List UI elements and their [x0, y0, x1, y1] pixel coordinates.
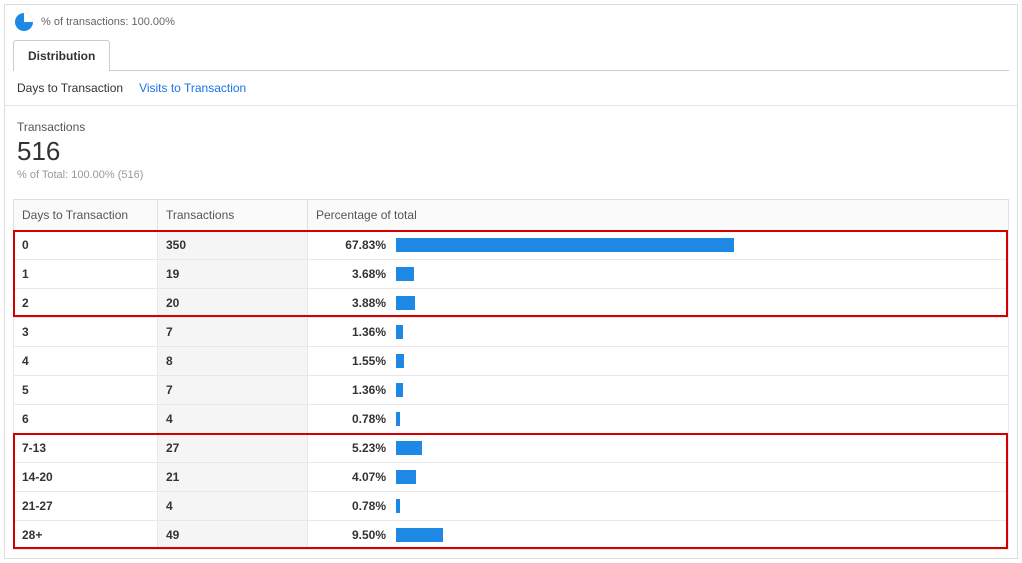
cell-days: 14-20 — [14, 463, 158, 492]
bar-fill — [396, 238, 734, 252]
bar-fill — [396, 412, 400, 426]
cell-days: 3 — [14, 318, 158, 347]
bar-fill — [396, 354, 404, 368]
cell-days: 0 — [14, 231, 158, 260]
table-row: 2203.88% — [14, 289, 1009, 318]
table-row: 7-13275.23% — [14, 434, 1009, 463]
cell-percentage: 1.55% — [308, 347, 1009, 376]
cell-days: 28+ — [14, 521, 158, 550]
cell-percentage: 1.36% — [308, 376, 1009, 405]
pct-value: 0.78% — [308, 412, 396, 426]
subtab-days[interactable]: Days to Transaction — [17, 81, 123, 95]
cell-transactions: 27 — [158, 434, 308, 463]
subtab-visits[interactable]: Visits to Transaction — [139, 81, 246, 95]
bar-fill — [396, 296, 415, 310]
cell-percentage: 0.78% — [308, 492, 1009, 521]
col-percentage[interactable]: Percentage of total — [308, 200, 1009, 231]
cell-percentage: 3.88% — [308, 289, 1009, 318]
col-transactions[interactable]: Transactions — [158, 200, 308, 231]
cell-days: 5 — [14, 376, 158, 405]
table-row: 28+499.50% — [14, 521, 1009, 550]
pie-icon — [15, 13, 33, 31]
tab-distribution[interactable]: Distribution — [13, 40, 110, 71]
cell-percentage: 0.78% — [308, 405, 1009, 434]
distribution-table: Days to Transaction Transactions Percent… — [13, 199, 1009, 550]
cell-percentage: 9.50% — [308, 521, 1009, 550]
cell-transactions: 21 — [158, 463, 308, 492]
cell-percentage: 4.07% — [308, 463, 1009, 492]
pct-of-transactions: % of transactions: 100.00% — [41, 16, 175, 28]
bar-fill — [396, 383, 403, 397]
pct-value: 1.36% — [308, 383, 396, 397]
col-days[interactable]: Days to Transaction — [14, 200, 158, 231]
bar-fill — [396, 325, 403, 339]
summary-sub: % of Total: 100.00% (516) — [17, 169, 1005, 181]
pct-value: 5.23% — [308, 441, 396, 455]
table-row: 481.55% — [14, 347, 1009, 376]
pct-value: 0.78% — [308, 499, 396, 513]
table-row: 1193.68% — [14, 260, 1009, 289]
table-row: 21-2740.78% — [14, 492, 1009, 521]
bar-fill — [396, 470, 416, 484]
pct-value: 67.83% — [308, 238, 396, 252]
tabs: Distribution — [13, 39, 1009, 71]
table-row: 640.78% — [14, 405, 1009, 434]
cell-percentage: 3.68% — [308, 260, 1009, 289]
pct-value: 9.50% — [308, 528, 396, 542]
bar-fill — [396, 499, 400, 513]
cell-transactions: 49 — [158, 521, 308, 550]
cell-transactions: 4 — [158, 405, 308, 434]
table-row: 14-20214.07% — [14, 463, 1009, 492]
bar-fill — [396, 267, 414, 281]
cell-days: 1 — [14, 260, 158, 289]
cell-days: 6 — [14, 405, 158, 434]
cell-percentage: 67.83% — [308, 231, 1009, 260]
cell-transactions: 7 — [158, 376, 308, 405]
table-row: 371.36% — [14, 318, 1009, 347]
pct-value: 1.55% — [308, 354, 396, 368]
cell-days: 7-13 — [14, 434, 158, 463]
cell-transactions: 20 — [158, 289, 308, 318]
summary-value: 516 — [17, 136, 1005, 167]
cell-transactions: 19 — [158, 260, 308, 289]
pct-value: 1.36% — [308, 325, 396, 339]
cell-transactions: 7 — [158, 318, 308, 347]
cell-days: 21-27 — [14, 492, 158, 521]
cell-days: 4 — [14, 347, 158, 376]
table-row: 035067.83% — [14, 231, 1009, 260]
cell-days: 2 — [14, 289, 158, 318]
cell-percentage: 5.23% — [308, 434, 1009, 463]
bar-fill — [396, 441, 422, 455]
distribution-table-container: Days to Transaction Transactions Percent… — [13, 199, 1009, 550]
cell-transactions: 4 — [158, 492, 308, 521]
cell-transactions: 350 — [158, 231, 308, 260]
bar-fill — [396, 528, 443, 542]
cell-transactions: 8 — [158, 347, 308, 376]
table-row: 571.36% — [14, 376, 1009, 405]
pct-value: 3.68% — [308, 267, 396, 281]
pct-value: 3.88% — [308, 296, 396, 310]
subtabs: Days to Transaction Visits to Transactio… — [5, 71, 1017, 106]
summary-label: Transactions — [17, 120, 1005, 134]
cell-percentage: 1.36% — [308, 318, 1009, 347]
pct-value: 4.07% — [308, 470, 396, 484]
